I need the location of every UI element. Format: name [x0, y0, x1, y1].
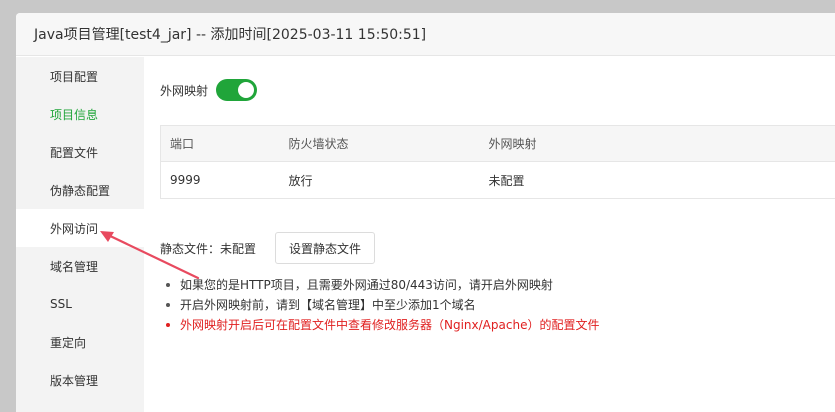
- table-header-row: 端口 防火墙状态 外网映射: [160, 125, 835, 162]
- external-mapping-status-cell: 未配置: [488, 173, 525, 188]
- toggle-knob: [238, 82, 255, 98]
- sidebar-item-redirect[interactable]: 重定向: [16, 323, 144, 361]
- static-file-status: 静态文件：未配置: [160, 241, 257, 256]
- sidebar-item-rewrite-config[interactable]: 伪静态配置: [16, 171, 144, 209]
- sidebar-item-external-access[interactable]: 外网访问: [16, 209, 144, 247]
- firewall-status-cell: 放行: [288, 173, 313, 188]
- set-static-file-button[interactable]: 设置静态文件: [275, 232, 376, 264]
- sidebar-item-version-management[interactable]: 版本管理: [16, 361, 144, 399]
- main-content: 外网映射 端口 防火墙状态 外网映射 9999 放行 未配置 静态文件：未配置 …: [144, 57, 835, 412]
- port-cell: 9999: [170, 173, 201, 187]
- table-row: 9999 放行 未配置: [161, 162, 835, 199]
- external-mapping-row: 外网映射: [160, 79, 258, 101]
- column-header-port: 端口: [160, 125, 280, 162]
- sidebar-item-project-info[interactable]: 项目信息: [16, 95, 144, 133]
- tip-item: 如果您的是HTTP项目，且需要外网通过80/443访问，请开启外网映射: [164, 275, 599, 295]
- sidebar: 项目配置 项目信息 配置文件 伪静态配置 外网访问 域名管理 SSL 重定向 版…: [16, 57, 144, 412]
- sidebar-item-project-config[interactable]: 项目配置: [16, 57, 144, 95]
- static-file-row: 静态文件：未配置 设置静态文件: [160, 232, 376, 264]
- project-dialog: Java项目管理[test4_jar] -- 添加时间[2025-03-11 1…: [16, 13, 835, 412]
- external-mapping-toggle[interactable]: [216, 79, 258, 101]
- sidebar-item-config-file[interactable]: 配置文件: [16, 133, 144, 171]
- sidebar-item-domain-management[interactable]: 域名管理: [16, 247, 144, 285]
- column-header-external-mapping: 外网映射: [479, 125, 835, 162]
- sidebar-item-ssl[interactable]: SSL: [16, 285, 144, 323]
- column-header-firewall: 防火墙状态: [279, 125, 480, 162]
- port-table: 端口 防火墙状态 外网映射 9999 放行 未配置: [160, 125, 835, 199]
- dialog-title: Java项目管理[test4_jar] -- 添加时间[2025-03-11 1…: [16, 13, 835, 56]
- tip-item-warning: 外网映射开启后可在配置文件中查看修改服务器（Nginx/Apache）的配置文件: [164, 315, 599, 335]
- tip-item: 开启外网映射前，请到【域名管理】中至少添加1个域名: [164, 295, 599, 315]
- tips-list: 如果您的是HTTP项目，且需要外网通过80/443访问，请开启外网映射 开启外网…: [164, 275, 599, 335]
- external-mapping-label: 外网映射: [160, 83, 209, 98]
